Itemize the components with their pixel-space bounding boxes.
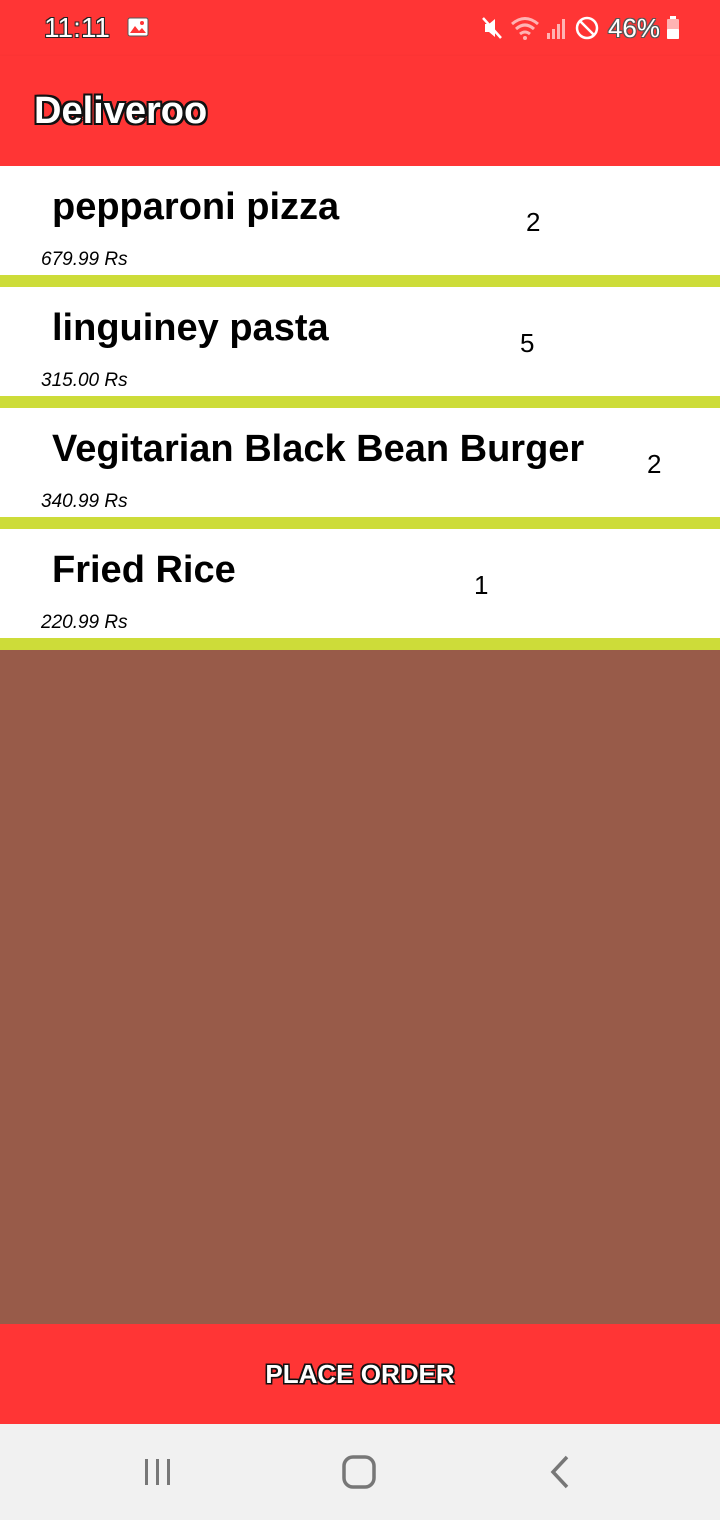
home-button[interactable] [299,1424,419,1520]
mute-icon [482,17,502,39]
place-order-label: PLACE ORDER [265,1358,455,1389]
app-bar: Deliveroo [0,56,720,166]
app-title: Deliveroo [34,90,208,132]
order-item[interactable]: Vegitarian Black Bean Burger 2 340.99 Rs [0,408,720,529]
status-time: 11:11 [44,12,110,43]
item-quantity: 5 [520,328,535,358]
battery-icon [667,16,679,39]
item-name: linguiney pasta [52,307,329,349]
item-price: 340.99 Rs [41,491,128,512]
item-name: Fried Rice [52,549,236,591]
order-list: pepparoni pizza 2 679.99 Rs linguiney pa… [0,166,720,650]
gallery-icon [127,17,149,37]
item-quantity: 1 [474,570,489,600]
recent-apps-button[interactable] [98,1424,218,1520]
item-name: Vegitarian Black Bean Burger [52,428,585,470]
item-name: pepparoni pizza [52,186,340,228]
back-button[interactable] [500,1424,620,1520]
back-icon [550,1455,569,1489]
order-item[interactable]: linguiney pasta 5 315.00 Rs [0,287,720,408]
order-item[interactable]: Fried Rice 1 220.99 Rs [0,529,720,650]
do-not-disturb-icon [575,16,599,40]
recent-apps-icon [145,1459,170,1485]
item-quantity: 2 [647,449,662,479]
navigation-bar [0,1424,720,1520]
item-quantity: 2 [526,207,541,237]
item-price: 315.00 Rs [41,370,128,391]
signal-icon [546,19,565,39]
battery-percent: 46% [607,12,660,43]
item-price: 679.99 Rs [41,249,128,270]
item-price: 220.99 Rs [41,612,128,633]
home-icon [342,1455,376,1489]
order-item[interactable]: pepparoni pizza 2 679.99 Rs [0,166,720,287]
wifi-icon [510,17,539,40]
status-bar: 11:11 46% [0,0,720,56]
place-order-button[interactable]: PLACE ORDER [0,1324,720,1424]
